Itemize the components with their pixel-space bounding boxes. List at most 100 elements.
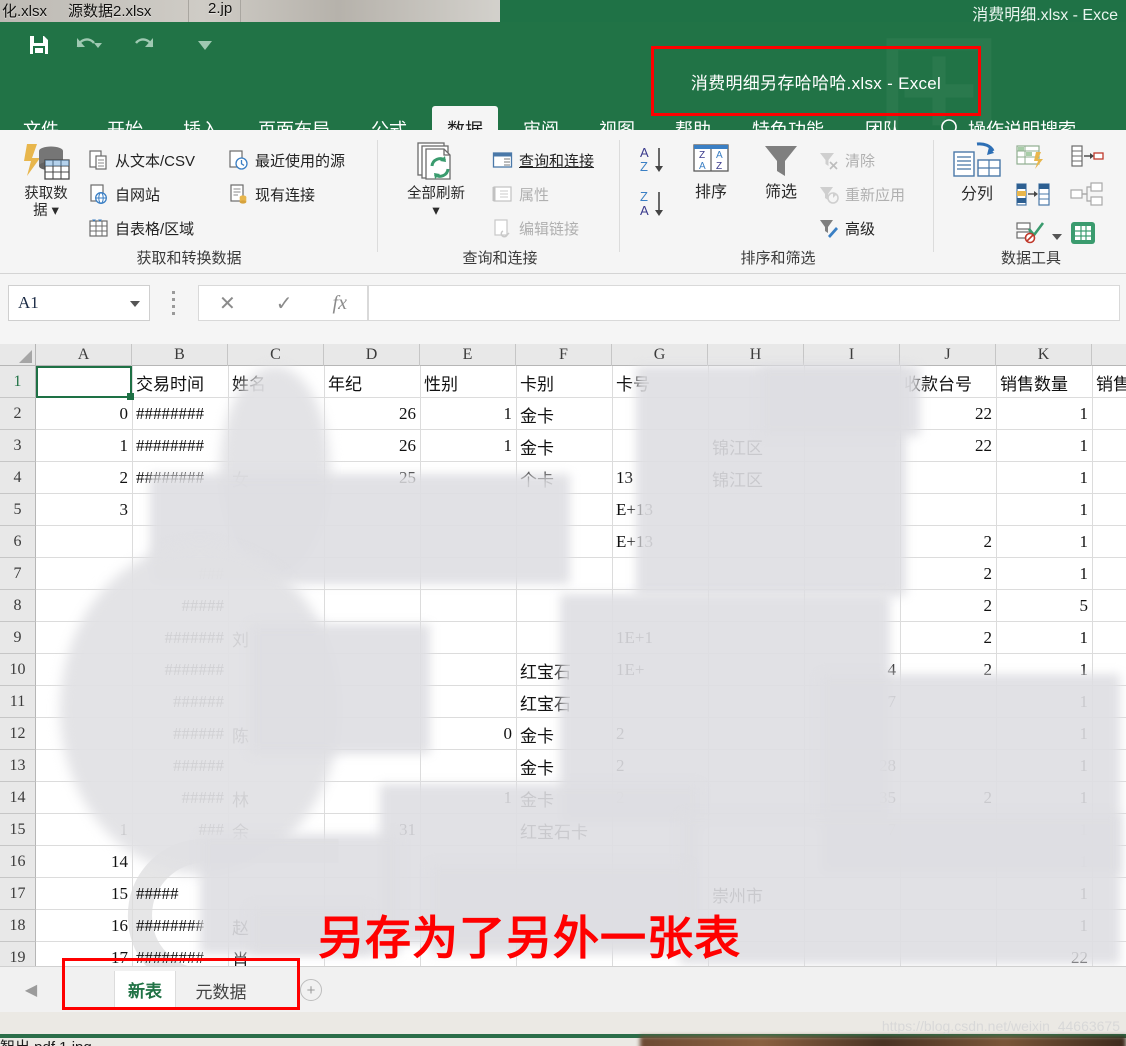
grid-cell-k8[interactable]: 5 bbox=[996, 590, 1092, 622]
row-header-5[interactable]: 5 bbox=[0, 494, 36, 526]
grid-cell-k12[interactable]: 1 bbox=[996, 718, 1092, 750]
grid-cell-j6[interactable]: 2 bbox=[900, 526, 996, 558]
header-cell-c[interactable]: 姓名 bbox=[228, 366, 324, 398]
column-header-d[interactable]: D bbox=[324, 344, 420, 366]
relationships-icon[interactable] bbox=[1070, 182, 1104, 213]
grid-cell-f4[interactable]: 个卡 bbox=[516, 462, 612, 494]
grid-cell-k18[interactable]: 1 bbox=[996, 910, 1092, 942]
grid-cell-a3[interactable]: 1 bbox=[36, 430, 132, 462]
row-header-3[interactable]: 3 bbox=[0, 430, 36, 462]
undo-icon[interactable] bbox=[74, 32, 104, 58]
header-cell-b[interactable]: 交易时间 bbox=[132, 366, 228, 398]
grid-cell-k17[interactable]: 1 bbox=[996, 878, 1092, 910]
grid-cell-k16[interactable]: 1 bbox=[996, 846, 1092, 878]
redo-icon[interactable] bbox=[130, 32, 160, 58]
tab-page-layout[interactable]: 页面布局 bbox=[242, 106, 346, 130]
grid-cell-c12[interactable]: 陈 bbox=[228, 718, 324, 750]
grid-cell-g6[interactable]: E+13 bbox=[612, 526, 708, 558]
flash-fill-icon[interactable] bbox=[1016, 144, 1046, 175]
grid-cell-f3[interactable]: 金卡 bbox=[516, 430, 612, 462]
grid-cell-g14[interactable]: 2 bbox=[612, 782, 708, 814]
tab-review[interactable]: 审阅 bbox=[508, 106, 574, 130]
remove-duplicates-icon[interactable] bbox=[1070, 144, 1104, 175]
add-sheet-icon[interactable]: + bbox=[300, 979, 322, 1001]
grid-cell-e14[interactable]: 1 bbox=[420, 782, 516, 814]
tell-me-search[interactable]: 操作说明搜索 bbox=[968, 106, 1076, 130]
row-header-12[interactable]: 12 bbox=[0, 718, 36, 750]
from-table-range-button[interactable]: 自表格/区域 bbox=[88, 218, 194, 239]
grid-cell-i14[interactable]: 35 bbox=[804, 782, 900, 814]
grid-cell-d4[interactable]: 25 bbox=[324, 462, 420, 494]
grid-cell-i15[interactable]: 7 bbox=[804, 814, 900, 846]
column-header-k[interactable]: K bbox=[996, 344, 1092, 366]
row-header-13[interactable]: 13 bbox=[0, 750, 36, 782]
grid-cell-j3[interactable]: 22 bbox=[900, 430, 996, 462]
grid-cell-b19[interactable]: ######## bbox=[132, 942, 228, 966]
row-header-9[interactable]: 9 bbox=[0, 622, 36, 654]
column-header-e[interactable]: E bbox=[420, 344, 516, 366]
grid-cell-k4[interactable]: 1 bbox=[996, 462, 1092, 494]
tab-special[interactable]: 特色功能 bbox=[736, 106, 840, 130]
tab-formulas[interactable]: 公式 bbox=[356, 106, 422, 130]
formula-bar-grip[interactable] bbox=[172, 291, 176, 315]
os-taskbar-item[interactable]: 化.xlsx bbox=[2, 0, 47, 21]
row-header-1[interactable]: 1 bbox=[0, 366, 36, 398]
grid-cell-a17[interactable]: 15 bbox=[36, 878, 132, 910]
header-cell-d[interactable]: 年纪 bbox=[324, 366, 420, 398]
grid-cell-k15[interactable]: 1 bbox=[996, 814, 1092, 846]
tab-view[interactable]: 视图 bbox=[584, 106, 650, 130]
column-header-i[interactable]: I bbox=[804, 344, 900, 366]
grid-cell-a18[interactable]: 16 bbox=[36, 910, 132, 942]
grid-cell-k11[interactable]: 1 bbox=[996, 686, 1092, 718]
grid-cell-c15[interactable]: 余 bbox=[228, 814, 324, 846]
customize-qat-icon[interactable] bbox=[192, 32, 218, 58]
grid-cell-c19[interactable]: 肖 bbox=[228, 942, 324, 967]
row-header-6[interactable]: 6 bbox=[0, 526, 36, 558]
cancel-icon[interactable]: ✕ bbox=[219, 291, 236, 316]
grid-cell-i13[interactable]: 28 bbox=[804, 750, 900, 782]
grid-cell-b10[interactable]: ####### bbox=[132, 654, 228, 686]
row-header-14[interactable]: 14 bbox=[0, 782, 36, 814]
grid-cell-b12[interactable]: ###### bbox=[132, 718, 228, 750]
grid-cell-g4[interactable]: 13 bbox=[612, 462, 708, 494]
grid-cell-k5[interactable]: 1 bbox=[996, 494, 1092, 526]
column-header-a[interactable]: A bbox=[36, 344, 132, 366]
grid-cell-b2[interactable]: ######## bbox=[132, 398, 228, 430]
os-taskbar-item[interactable]: 2.jp bbox=[208, 0, 232, 17]
grid-cell-e3[interactable]: 1 bbox=[420, 430, 516, 462]
name-box[interactable]: A1 bbox=[8, 285, 150, 321]
sort-az-icon[interactable]: A Z bbox=[638, 144, 678, 181]
formula-input[interactable] bbox=[368, 285, 1120, 321]
grid-cell-j2[interactable]: 22 bbox=[900, 398, 996, 430]
grid-cell-b4[interactable]: ######## bbox=[132, 462, 228, 494]
grid-cell-h3[interactable]: 锦江区 bbox=[708, 430, 804, 462]
column-header-l[interactable]: L bbox=[1092, 344, 1126, 366]
grid-cell-k9[interactable]: 1 bbox=[996, 622, 1092, 654]
text-to-columns-button[interactable]: 分列 bbox=[944, 142, 1010, 203]
tab-home[interactable]: 开始 bbox=[90, 106, 160, 130]
from-web-button[interactable]: 自网站 bbox=[88, 184, 160, 205]
grid-cell-b18[interactable]: ######## bbox=[132, 910, 228, 942]
grid-cell-c14[interactable]: 林 bbox=[228, 782, 324, 814]
save-icon[interactable] bbox=[26, 32, 52, 58]
grid-cell-b11[interactable]: ###### bbox=[132, 686, 228, 718]
grid-cell-g9[interactable]: 1E+1 bbox=[612, 622, 708, 654]
grid-cell-g13[interactable]: 2 bbox=[612, 750, 708, 782]
grid-cell-b7[interactable]: ### bbox=[132, 558, 228, 590]
header-cell-f[interactable]: 卡别 bbox=[516, 366, 612, 398]
grid-cell-f2[interactable]: 金卡 bbox=[516, 398, 612, 430]
header-cell-g[interactable]: 卡号 bbox=[612, 366, 708, 398]
grid-cell-a5[interactable]: 3 bbox=[36, 494, 132, 526]
sort-button[interactable]: Z A A Z 排序 bbox=[678, 142, 744, 201]
grid-cell-b13[interactable]: ###### bbox=[132, 750, 228, 782]
data-validation-icon[interactable] bbox=[1016, 220, 1046, 249]
grid-cell-k10[interactable]: 1 bbox=[996, 654, 1092, 686]
grid-cell-k3[interactable]: 1 bbox=[996, 430, 1092, 462]
grid-cell-k6[interactable]: 1 bbox=[996, 526, 1092, 558]
header-cell-k[interactable]: 销售数量 bbox=[996, 366, 1092, 398]
filter-button[interactable]: 筛选 bbox=[750, 142, 812, 201]
grid-cell-h4[interactable]: 锦江区 bbox=[708, 462, 804, 494]
header-cell-l[interactable]: 销售 bbox=[1092, 366, 1126, 398]
grid-cell-d15[interactable]: 31 bbox=[324, 814, 420, 846]
row-header-2[interactable]: 2 bbox=[0, 398, 36, 430]
